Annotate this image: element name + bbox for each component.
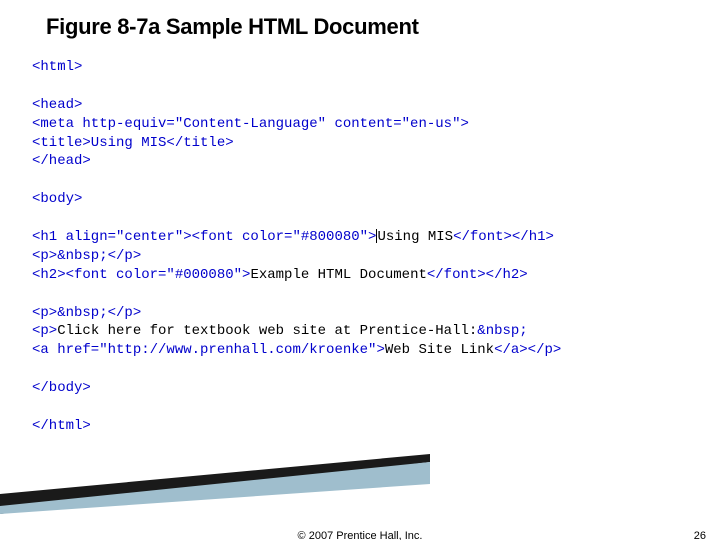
code-tag: </font></h1> <box>453 229 554 245</box>
code-text: Web Site Link <box>385 342 494 358</box>
code-tag: <p>&nbsp;</p> <box>32 248 141 264</box>
code-tag: <p>&nbsp;</p> <box>32 305 141 321</box>
code-tag: </font></h2> <box>427 267 528 283</box>
code-tag: <body> <box>32 191 82 207</box>
decorative-wedge <box>0 454 430 514</box>
code-tag: </html> <box>32 418 91 434</box>
code-tag: <p> <box>32 323 57 339</box>
code-sample: <html> <head> <meta http-equiv="Content-… <box>0 58 720 436</box>
code-text: Example HTML Document <box>250 267 426 283</box>
code-text: Using MIS <box>377 229 453 245</box>
code-tag: <head> <box>32 97 82 113</box>
code-tag: <title>Using MIS</title> <box>32 135 234 151</box>
code-tag: <a href="http://www.prenhall.com/kroenke… <box>32 342 385 358</box>
page-number: 26 <box>694 530 706 540</box>
code-entity: &nbsp; <box>477 323 527 339</box>
code-tag: </head> <box>32 153 91 169</box>
code-tag: <meta http-equiv="Content-Language" cont… <box>32 116 469 132</box>
code-tag: <h2><font color="#000080"> <box>32 267 250 283</box>
code-tag: <h1 align="center"><font color="#800080"… <box>32 229 376 245</box>
figure-title: Figure 8-7a Sample HTML Document <box>0 0 720 58</box>
code-text: Click here for textbook web site at Pren… <box>57 323 477 339</box>
copyright-text: © 2007 Prentice Hall, Inc. <box>298 530 423 540</box>
code-tag: </a></p> <box>494 342 561 358</box>
slide: Figure 8-7a Sample HTML Document <html> … <box>0 0 720 540</box>
code-tag: </body> <box>32 380 91 396</box>
code-tag: <html> <box>32 59 82 75</box>
